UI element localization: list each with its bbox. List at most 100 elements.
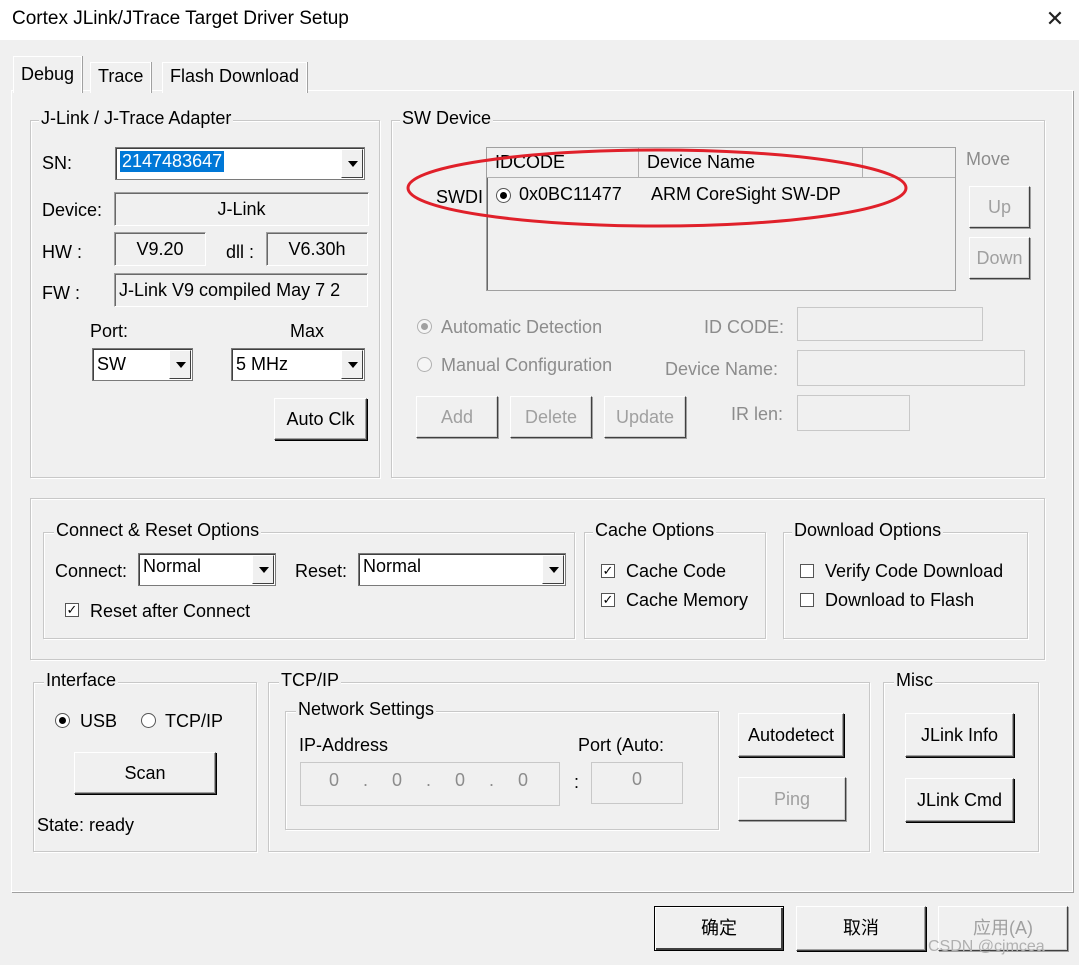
max-clock-value: 5 MHz — [236, 354, 289, 374]
manual-config-label: Manual Configuration — [441, 355, 613, 375]
ip-dot: . — [489, 770, 495, 790]
usb-label: USB — [80, 711, 118, 731]
chevron-down-icon[interactable] — [542, 555, 564, 584]
network-settings-legend: Network Settings — [296, 699, 437, 720]
tab-flash-download[interactable]: Flash Download — [162, 62, 308, 93]
port-value: 0 — [631, 769, 642, 789]
device-name-input[interactable] — [797, 350, 1025, 386]
watermark: CSDN @cjmcea — [928, 938, 1045, 955]
ip-octet-4: 0 — [518, 770, 529, 790]
connect-select[interactable]: Normal — [138, 553, 276, 586]
connect-reset-legend: Connect & Reset Options — [54, 520, 262, 541]
ip-address-label: IP-Address — [299, 735, 389, 755]
ir-len-label: IR len: — [731, 404, 784, 424]
reset-after-connect-checkbox[interactable]: ✓ — [65, 603, 79, 617]
id-code-input[interactable] — [797, 307, 983, 341]
update-button[interactable]: Update — [604, 396, 686, 438]
ip-dot: . — [426, 770, 432, 790]
download-to-flash-checkbox[interactable] — [800, 593, 814, 607]
cache-code-checkbox[interactable]: ✓ — [601, 564, 615, 578]
reset-select[interactable]: Normal — [358, 553, 566, 586]
connect-value: Normal — [143, 556, 202, 576]
delete-button[interactable]: Delete — [510, 396, 592, 438]
port-label: Port: — [90, 321, 129, 341]
hw-label: HW : — [42, 242, 82, 262]
interface-legend: Interface — [44, 670, 119, 691]
tcpip-legend: TCP/IP — [279, 670, 342, 691]
usb-radio[interactable] — [55, 713, 70, 728]
move-label: Move — [966, 149, 1011, 169]
auto-detect-radio[interactable] — [417, 319, 432, 334]
ping-button[interactable]: Ping — [738, 777, 846, 821]
ip-octet-3: 0 — [455, 770, 466, 790]
sw-device-legend: SW Device — [400, 108, 494, 129]
device-field: J-Link — [114, 192, 369, 226]
tcpip-label: TCP/IP — [165, 711, 224, 731]
hw-field: V9.20 — [114, 232, 206, 266]
ip-octet-2: 0 — [392, 770, 403, 790]
cache-memory-label: Cache Memory — [626, 590, 749, 610]
sn-value: 2147483647 — [120, 151, 225, 172]
cache-code-label: Cache Code — [626, 561, 727, 581]
id-code-label: ID CODE: — [704, 317, 785, 337]
window-title: Cortex JLink/JTrace Target Driver Setup — [12, 8, 349, 29]
chevron-down-icon[interactable] — [341, 149, 363, 178]
add-button[interactable]: Add — [416, 396, 498, 438]
max-label: Max — [290, 321, 325, 341]
highlight-ellipse-stroke — [406, 148, 908, 228]
highlight-ellipse — [406, 148, 908, 228]
download-to-flash-label: Download to Flash — [825, 590, 975, 610]
misc-legend: Misc — [894, 670, 935, 691]
jlink-cmd-button[interactable]: JLink Cmd — [905, 778, 1014, 822]
cache-memory-checkbox[interactable]: ✓ — [601, 593, 615, 607]
jlink-info-button[interactable]: JLink Info — [905, 713, 1014, 757]
port-auto-label: Port (Auto: — [578, 735, 665, 755]
close-icon[interactable]: ✕ — [1040, 2, 1070, 36]
tab-debug[interactable]: Debug — [13, 56, 83, 93]
cancel-button[interactable]: 取消 — [796, 906, 926, 951]
chevron-down-icon[interactable] — [341, 350, 363, 379]
max-clock-select[interactable]: 5 MHz — [231, 348, 365, 381]
auto-detect-label: Automatic Detection — [441, 317, 603, 337]
adapter-legend: J-Link / J-Trace Adapter — [39, 108, 234, 129]
reset-label: Reset: — [295, 561, 348, 581]
up-button[interactable]: Up — [969, 186, 1030, 228]
download-legend: Download Options — [792, 520, 944, 541]
fw-field: J-Link V9 compiled May 7 2 — [114, 273, 368, 307]
connect-label: Connect: — [55, 561, 128, 581]
cache-group: Cache Options — [584, 520, 766, 639]
dll-field: V6.30h — [266, 232, 368, 266]
chevron-down-icon[interactable] — [169, 350, 191, 379]
down-button[interactable]: Down — [969, 237, 1030, 279]
sn-select[interactable]: 2147483647 — [115, 147, 365, 180]
ip-dot: . — [363, 770, 369, 790]
port-input[interactable]: 0 — [591, 762, 683, 804]
cache-legend: Cache Options — [593, 520, 717, 541]
verify-download-label: Verify Code Download — [825, 561, 1004, 581]
dll-label: dll : — [226, 242, 255, 262]
tab-trace[interactable]: Trace — [90, 62, 152, 93]
ok-button[interactable]: 确定 — [654, 906, 784, 951]
port-colon: : — [574, 772, 580, 792]
reset-value: Normal — [363, 556, 422, 576]
device-name-label: Device Name: — [665, 359, 779, 379]
reset-after-connect-label: Reset after Connect — [90, 601, 251, 621]
ir-len-input[interactable] — [797, 395, 910, 431]
tcpip-radio[interactable] — [141, 713, 156, 728]
autodetect-button[interactable]: Autodetect — [738, 713, 844, 757]
verify-download-checkbox[interactable] — [800, 564, 814, 578]
device-label: Device: — [42, 200, 103, 220]
ip-address-input[interactable]: 0 . 0 . 0 . 0 — [300, 762, 560, 806]
chevron-down-icon[interactable] — [252, 555, 274, 584]
fw-label: FW : — [42, 283, 80, 303]
state-text: State: ready — [37, 815, 135, 835]
download-group: Download Options — [783, 520, 1028, 639]
port-value: SW — [97, 354, 126, 374]
sn-label: SN: — [42, 153, 73, 173]
scan-button[interactable]: Scan — [74, 752, 216, 794]
port-select[interactable]: SW — [92, 348, 193, 381]
misc-group: Misc — [883, 670, 1039, 852]
manual-config-radio[interactable] — [417, 357, 432, 372]
auto-clk-button[interactable]: Auto Clk — [274, 398, 367, 440]
ip-octet-1: 0 — [329, 770, 340, 790]
